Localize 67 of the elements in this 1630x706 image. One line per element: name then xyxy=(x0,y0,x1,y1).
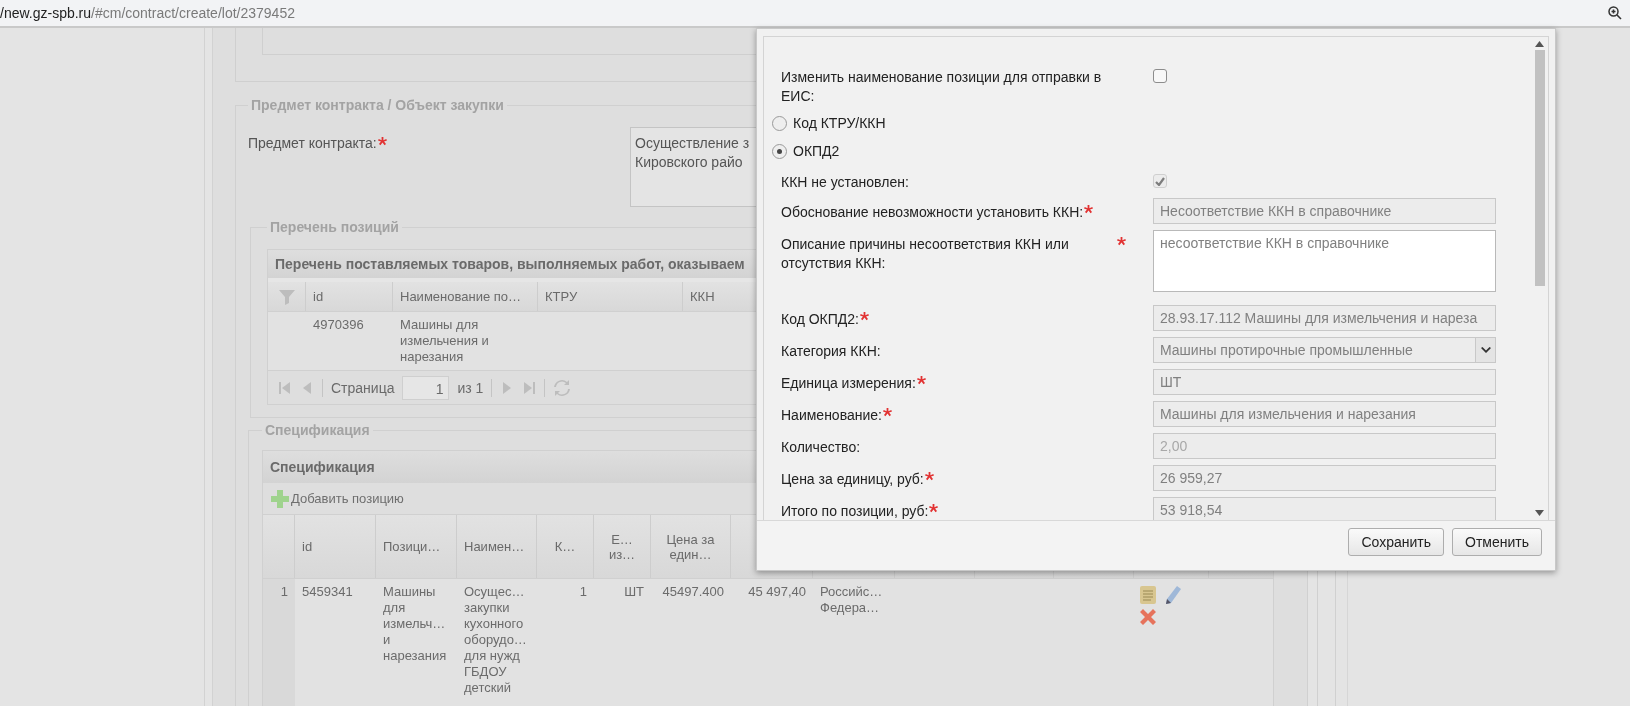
column-header[interactable]: КТРУ xyxy=(538,282,683,311)
field-label: Предмет контракта: xyxy=(248,135,377,151)
field-label: Единица измерения: xyxy=(781,374,916,393)
scroll-up-icon xyxy=(1535,41,1544,47)
text-field[interactable]: ШТ xyxy=(1153,369,1496,395)
caret-icon xyxy=(1480,346,1491,354)
select-field[interactable]: Машины протирочные промышленные xyxy=(1153,337,1496,363)
zoom-in-icon[interactable] xyxy=(1608,6,1622,20)
column-header[interactable]: id xyxy=(306,282,393,311)
table-cell-text: 4970396 xyxy=(312,316,365,334)
page-total: из 1 xyxy=(457,379,484,396)
field-label: Наименование: xyxy=(781,406,882,425)
column-header[interactable]: Наимен… xyxy=(464,539,525,554)
table-cell-text: ШТ xyxy=(623,583,645,601)
pencil-icon[interactable] xyxy=(1164,585,1182,605)
checkbox[interactable] xyxy=(1153,69,1167,83)
first-page-icon[interactable] xyxy=(278,379,292,396)
field-label: Обоснование невозможности установить ККН: xyxy=(781,203,1084,222)
field-label: Категория ККН: xyxy=(781,342,881,361)
radio-label: Код КТРУ/ККН xyxy=(793,115,886,131)
field-label: Изменить наименование позиции для отправки в ЕИС: xyxy=(781,68,1103,106)
text-field[interactable]: 28.93.17.112 Машины для измельчения и нареза xyxy=(1153,305,1496,331)
text-field[interactable]: 26 959,27 xyxy=(1153,465,1496,491)
column-header[interactable]: К… xyxy=(554,539,576,554)
column-header[interactable]: Е… из… xyxy=(608,531,636,562)
refresh-icon[interactable] xyxy=(553,378,572,397)
scrollbar-thumb[interactable] xyxy=(1534,50,1545,286)
column-header[interactable]: Наименование по… xyxy=(393,282,538,311)
filter-icon[interactable] xyxy=(277,287,296,306)
radio-button[interactable] xyxy=(772,115,787,131)
column-header[interactable]: Позици… xyxy=(383,539,441,554)
table-cell-text: Российс… Федера… xyxy=(819,583,884,617)
table-cell-text: Машины для измельч… и нарезания xyxy=(382,583,448,665)
add-position-button[interactable]: Добавить позицию xyxy=(270,488,404,509)
field-label: ККН не установлен: xyxy=(781,173,909,192)
delete-icon[interactable] xyxy=(1138,607,1158,627)
table-cell-text: 45 497,40 xyxy=(747,583,807,601)
section-legend: Перечень позиций xyxy=(267,219,402,235)
table-cell-text: Осущес… закупки кухонного оборудо… для нужд ГБДОУ детский xyxy=(463,583,528,697)
document-icon[interactable] xyxy=(1138,585,1158,605)
field-label: Код ОКПД2: xyxy=(781,310,859,329)
table-cell-text: 5459341 xyxy=(301,583,354,601)
scroll-down-icon xyxy=(1535,510,1544,516)
select-value: Машины протирочные промышленные xyxy=(1160,342,1413,358)
last-page-icon[interactable] xyxy=(522,379,537,396)
table-cell-text: Машины для измельчения и нарезания xyxy=(399,316,490,366)
radio-label: ОКПД2 xyxy=(793,143,840,159)
page-input[interactable]: 1 xyxy=(402,375,450,400)
page-label: Страница xyxy=(331,379,395,396)
text-field[interactable]: Машины для измельчения и нарезания xyxy=(1153,401,1496,427)
section-legend: Предмет контракта / Объект закупки xyxy=(248,97,507,113)
dialog-button[interactable]: Отменить xyxy=(1452,527,1542,556)
column-header[interactable]: id xyxy=(302,539,313,554)
section-legend: Спецификация xyxy=(262,422,373,438)
field-label: Итого по позиции, руб: xyxy=(781,502,929,520)
dialog-button[interactable]: Сохранить xyxy=(1348,527,1444,556)
row-number: 1 xyxy=(263,579,295,706)
radio-button[interactable] xyxy=(772,143,787,159)
column-header[interactable]: Цена за един… xyxy=(666,531,715,562)
plus-icon xyxy=(270,488,290,509)
text-area[interactable]: несоответствие ККН в справочнике xyxy=(1153,230,1496,292)
text-field[interactable]: Несоответствие ККН в справочнике xyxy=(1153,198,1496,224)
table-cell-text: 45497.400 xyxy=(661,583,725,601)
address-url[interactable]: /new.gz-spb.ru/#cm/contract/create/lot/2379452 xyxy=(0,5,295,21)
text-field[interactable]: 53 918,54 xyxy=(1153,497,1496,520)
dropdown-button[interactable] xyxy=(1475,338,1495,362)
table-cell-text: 1 xyxy=(578,583,588,601)
